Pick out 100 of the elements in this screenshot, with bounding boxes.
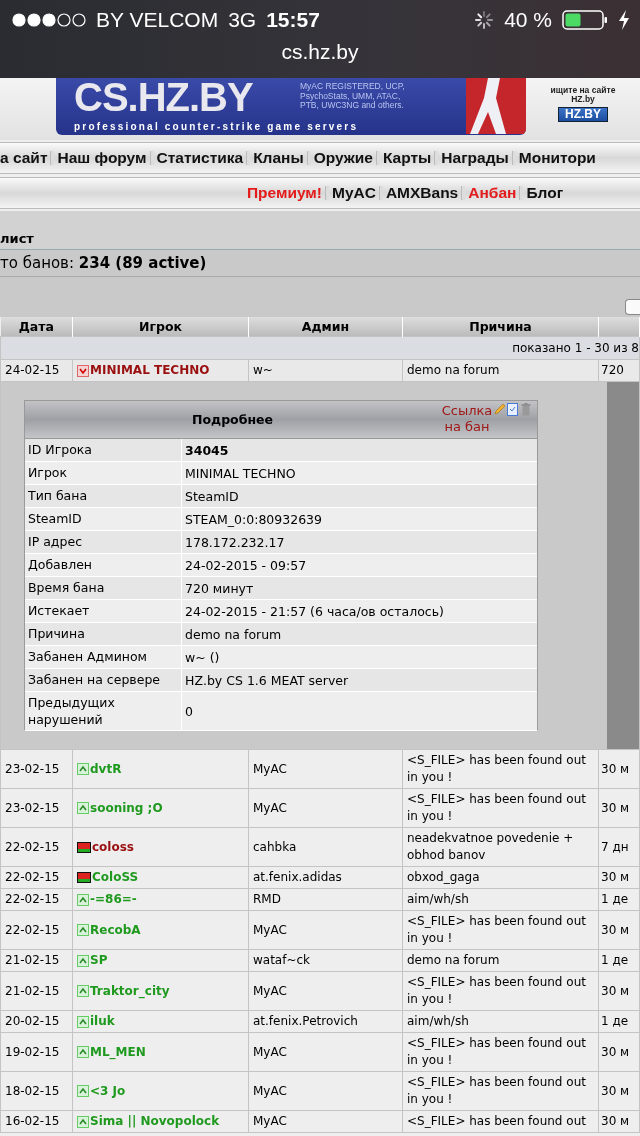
table-cell: <S_FILE> has been found out in you ! [402,1032,599,1072]
table-cell: 24-02-15 [0,359,73,382]
table-cell: 30 м [598,971,640,1011]
field-value: w~ () [184,648,221,667]
up-arrow-icon[interactable] [77,954,89,967]
table-cell: 18-02-15 [0,1071,73,1111]
table-cell: 23-02-15 [0,788,73,828]
flag-icon [77,872,91,883]
partner-logo[interactable]: HZ.BY [558,107,608,122]
ban-total-text: то банов: 234 (89 active) [0,254,207,272]
field-value: demo na forum [184,625,283,644]
field-value: 34045 [184,441,230,460]
field-value: SteamID [184,487,240,506]
table-cell: aim/wh/sh [402,1010,599,1033]
column-header[interactable]: Игрок [72,317,249,337]
carrier-name: BY VELCOM [96,8,219,32]
field-value: 24-02-2015 - 09:57 [184,556,308,575]
up-arrow-icon[interactable] [77,802,89,814]
table-cell: 22-02-15 [0,910,73,950]
menu-link[interactable]: Наш форум [57,149,147,167]
field-value: STEAM_0:0:80932639 [184,510,323,529]
field-label: Предыдущих нарушений [25,692,182,730]
table-cell: 22-02-15 [0,827,73,867]
menu-link[interactable]: AMXBans [385,184,459,202]
button[interactable] [625,299,640,315]
clock-time: 15:57 [266,8,320,32]
up-arrow-icon[interactable] [77,924,89,936]
promo-text: ищите на сайте [550,86,616,95]
table-cell: MyAC [248,1032,403,1072]
table-cell: <S_FILE> has been found out [402,1110,599,1133]
table-cell: 22-02-15 [0,866,73,889]
menu-link[interactable]: Кланы [253,149,304,167]
player-link[interactable]: coloss [92,838,134,856]
field-value: 178.172.232.17 [184,533,286,552]
field-label: ID Игрока [25,439,182,461]
up-arrow-icon[interactable] [77,1115,89,1128]
table-cell: MyAC [248,1110,403,1133]
table-cell: <S_FILE> has been found out in you ! [402,971,599,1011]
menu-link[interactable]: Статистика [156,149,244,167]
table-cell: aim/wh/sh [402,888,599,911]
table-cell: 21-02-15 [0,949,73,972]
field-label: IP адрес [25,531,182,553]
table-cell: MyAC [248,910,403,950]
table-cell: <S_FILE> has been found out in you ! [402,1071,599,1111]
menu-link[interactable]: Карты [382,149,432,167]
document-icon[interactable] [507,403,518,416]
table-cell: 30 м [598,749,640,789]
up-arrow-icon[interactable] [77,1015,89,1028]
menu-link[interactable]: Награды [441,149,509,167]
battery-percent: 40 % [504,8,552,32]
ban-link[interactable]: Ссылка на бан [441,403,493,435]
table-cell: 21-02-15 [0,971,73,1011]
field-label: Причина [25,623,182,645]
table-cell: demo na forum [402,949,599,972]
promo-text: HZ.by [571,95,595,104]
slogan-text: professional counter-strike game servers [74,121,359,132]
feature-text: PTB, UWC3NG and others. [300,101,405,111]
table-cell: at.fenix.Petrovich [248,1010,403,1033]
column-header[interactable]: Дата [0,317,73,337]
up-arrow-icon[interactable] [77,763,89,775]
address-url[interactable]: cs.hz.by [0,40,640,64]
field-label: Игрок [25,462,182,484]
up-arrow-icon[interactable] [77,893,89,906]
network-type: 3G [228,8,257,32]
field-label: Истекает [25,600,182,622]
section-title: лист [0,231,34,246]
menu-link[interactable]: Оружие [313,149,373,167]
up-arrow-icon[interactable] [77,985,89,997]
menu-link[interactable]: Блог [526,184,564,202]
signal-icon [12,13,86,27]
table-cell: wataf~ck [248,949,403,972]
field-label: Забанен на сервере [25,669,182,691]
down-arrow-icon[interactable] [77,364,89,377]
field-label: Тип бана [25,485,182,507]
table-cell: demo na forum [402,359,599,382]
column-header[interactable]: Админ [248,317,403,337]
charging-bolt-icon [618,10,630,30]
menu-link[interactable]: а сайт [0,149,48,167]
table-cell: 16-02-15 [0,1110,73,1133]
table-cell: 20-02-15 [0,1010,73,1033]
table-cell: MyAC [248,749,403,789]
player-silhouette-drawing [466,78,526,134]
field-label: Забанен Админом [25,646,182,668]
up-arrow-icon[interactable] [77,1046,89,1058]
table-cell: 30 м [598,910,640,950]
field-value: HZ.by CS 1.6 MEAT server [184,671,350,690]
field-value: MINIMAL TECHNO [184,464,297,483]
table-cell: 7 дн [598,827,640,867]
menu-link[interactable]: MyAC [331,184,376,202]
column-header[interactable]: Причина [402,317,599,337]
table-cell: at.fenix.adidas [248,866,403,889]
panel-title: Подробнее [192,411,273,428]
menu-link[interactable]: Монитори [518,149,596,167]
table-cell: MyAC [248,1071,403,1111]
up-arrow-icon[interactable] [77,1085,89,1097]
table-cell: <S_FILE> has been found out in you ! [402,910,599,950]
site-logo: CS.HZ.BY [74,78,253,116]
feature-text: MyAC REGISTERED, UCP, [300,82,405,92]
battery-icon [562,10,608,30]
table-cell: MyAC [248,971,403,1011]
